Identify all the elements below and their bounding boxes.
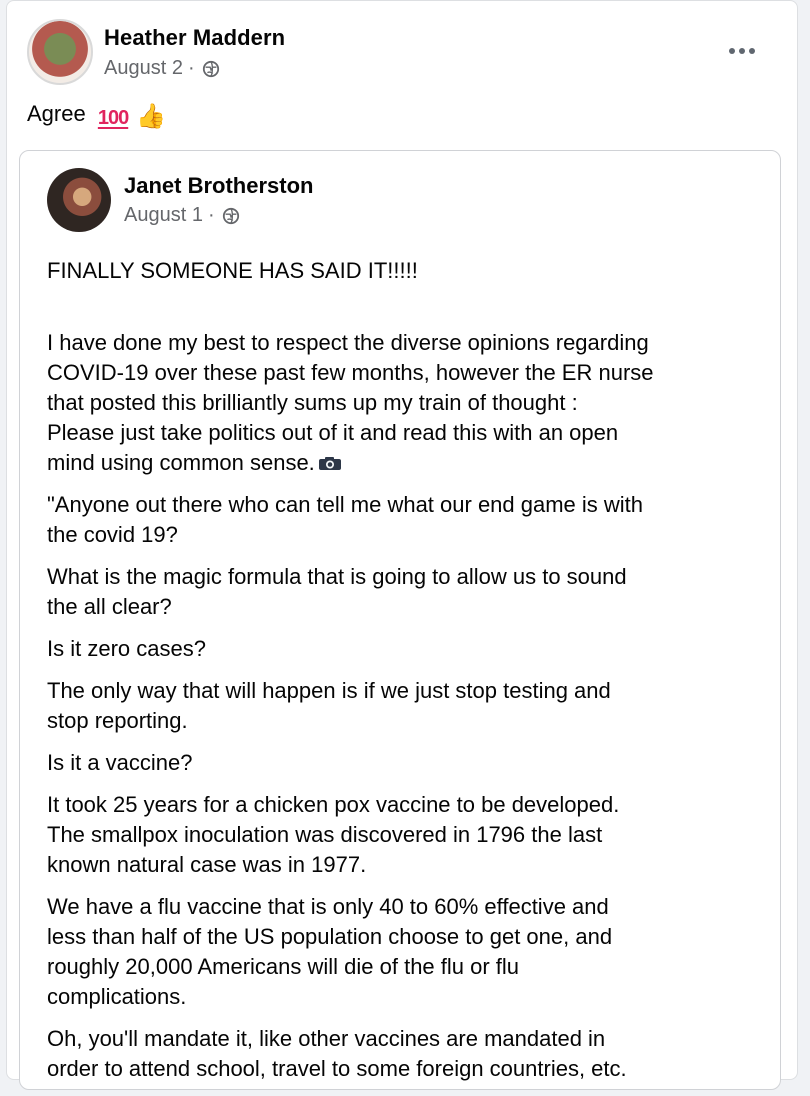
shared-author-avatar[interactable] bbox=[47, 168, 111, 232]
shared-paragraph: Is it a vaccine? bbox=[47, 750, 193, 775]
shared-author-name[interactable]: Janet Brotherston bbox=[124, 173, 313, 199]
shared-meta-separator: · bbox=[207, 204, 215, 226]
shared-paragraph: It took 25 years for a chicken pox vacci… bbox=[47, 792, 620, 877]
post-meta: August 2 · bbox=[104, 57, 220, 80]
post-message: Agree 100 👍 bbox=[27, 101, 166, 131]
more-dot bbox=[739, 48, 745, 54]
shared-paragraph: What is the magic formula that is going … bbox=[47, 564, 627, 619]
globe-icon bbox=[202, 60, 219, 77]
more-dot bbox=[729, 48, 735, 54]
more-options-icon[interactable] bbox=[725, 34, 759, 68]
shared-post-body: FINALLY SOMEONE HAS SAID IT!!!!! I have … bbox=[47, 256, 757, 1096]
shared-paragraph: FINALLY SOMEONE HAS SAID IT!!!!! bbox=[47, 258, 418, 283]
more-dot bbox=[749, 48, 755, 54]
globe-icon bbox=[222, 207, 239, 224]
shared-post-meta: August 1 · bbox=[124, 204, 240, 227]
shared-paragraph: Oh, you'll mandate it, like other vaccin… bbox=[47, 1026, 627, 1081]
hundred-points-emoji: 100 bbox=[97, 107, 129, 129]
author-name[interactable]: Heather Maddern bbox=[104, 25, 285, 51]
camera-icon bbox=[318, 457, 341, 470]
shared-paragraph: We have a flu vaccine that is only 40 to… bbox=[47, 894, 613, 1009]
meta-separator: · bbox=[187, 57, 195, 79]
author-avatar[interactable] bbox=[27, 19, 93, 85]
shared-paragraph: The only way that will happen is if we j… bbox=[47, 678, 611, 733]
post-date[interactable]: August 2 bbox=[104, 57, 183, 80]
shared-paragraph: I have done my best to respect the diver… bbox=[47, 298, 757, 478]
facebook-post-card: Heather Maddern August 2 · Agree 100 👍 J… bbox=[6, 0, 798, 1090]
post-message-text: Agree bbox=[27, 101, 86, 126]
shared-post-date[interactable]: August 1 bbox=[124, 204, 203, 227]
thumbs-up-emoji: 👍 bbox=[136, 103, 167, 130]
shared-paragraph: "Anyone out there who can tell me what o… bbox=[47, 492, 644, 547]
shared-paragraph: Is it zero cases? bbox=[47, 636, 206, 661]
shared-paragraph-text: I have done my best to respect the diver… bbox=[47, 330, 654, 475]
